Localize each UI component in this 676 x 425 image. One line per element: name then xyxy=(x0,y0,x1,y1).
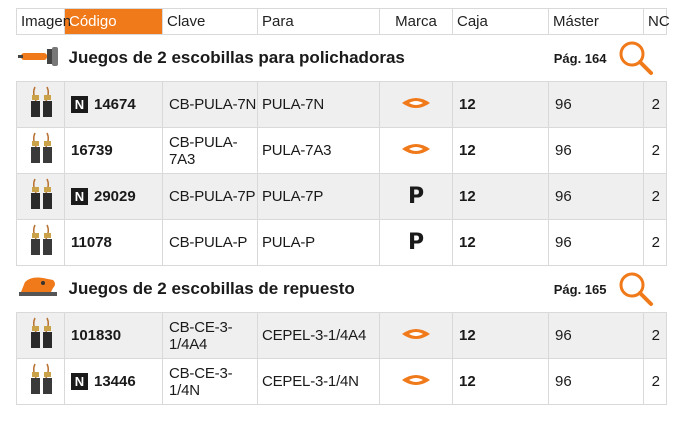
section-title: Juegos de 2 escobillas de repuesto xyxy=(68,279,355,298)
nc-value: 2 xyxy=(643,81,667,128)
section-page-ref[interactable]: Pág. 164 xyxy=(554,51,607,66)
product-for: PULA-7P xyxy=(257,173,380,220)
orange-brand-logo xyxy=(401,374,431,391)
product-key: CB-PULA-7P xyxy=(162,173,258,220)
product-image xyxy=(16,173,65,220)
section-page-ref[interactable]: Pág. 165 xyxy=(554,282,607,297)
product-code: 101830 xyxy=(71,327,122,344)
product-for: PULA-7A3 xyxy=(257,127,380,174)
header-codigo: Código xyxy=(64,8,163,35)
product-code: 14674 xyxy=(94,95,136,113)
box-qty: 12 xyxy=(452,127,549,174)
catalog-table-wrapper: Imagen Código Clave Para Marca Caja Mást… xyxy=(16,8,670,405)
table-row[interactable]: N 13446 CB-CE-3-1/4N CEPEL-3-1/4N 12 96 2 xyxy=(16,358,667,405)
box-qty: 12 xyxy=(452,358,549,405)
master-qty: 96 xyxy=(548,219,644,266)
product-image xyxy=(16,358,65,405)
orange-brand-logo xyxy=(401,97,431,114)
polisher-icon xyxy=(17,45,61,72)
p-brand-logo: P xyxy=(407,230,425,255)
box-qty: 12 xyxy=(452,81,549,128)
product-code: 13446 xyxy=(94,372,136,390)
header-row: Imagen Código Clave Para Marca Caja Mást… xyxy=(16,8,670,35)
product-key: CB-CE-3-1/4N xyxy=(162,358,258,405)
section-header-row: Juegos de 2 escobillas de repuesto Pág. 1… xyxy=(16,265,667,313)
product-image xyxy=(16,219,65,266)
header-para: Para xyxy=(257,8,380,35)
section-header-row: Juegos de 2 escobillas para polichadoras… xyxy=(16,34,667,82)
box-qty: 12 xyxy=(452,312,549,359)
orange-brand-logo xyxy=(401,328,431,345)
header-clave: Clave xyxy=(162,8,258,35)
table-row[interactable]: N 14674 CB-PULA-7N PULA-7N 12 96 2 xyxy=(16,81,667,128)
catalog-body: Juegos de 2 escobillas para polichadoras… xyxy=(16,34,667,405)
catalog-table: Imagen Código Clave Para Marca Caja Mást… xyxy=(16,8,670,405)
new-badge: N xyxy=(71,96,88,114)
nc-value: 2 xyxy=(643,219,667,266)
header-nc: NC xyxy=(643,8,670,35)
product-key: CB-PULA-7N xyxy=(162,81,258,128)
header-caja: Caja xyxy=(452,8,549,35)
new-badge: N xyxy=(71,373,88,391)
product-code: 16739 xyxy=(71,142,113,159)
master-qty: 96 xyxy=(548,127,644,174)
header-master: Máster xyxy=(548,8,644,35)
box-qty: 12 xyxy=(452,173,549,220)
section-title: Juegos de 2 escobillas para polichadoras xyxy=(68,48,405,67)
magnifier-icon[interactable] xyxy=(617,39,655,82)
planer-icon xyxy=(17,274,61,305)
box-qty: 12 xyxy=(452,219,549,266)
table-row[interactable]: 16739 CB-PULA-7A3 PULA-7A3 12 96 2 xyxy=(16,127,667,174)
orange-brand-logo xyxy=(401,143,431,160)
product-image xyxy=(16,81,65,128)
new-badge: N xyxy=(71,188,88,206)
product-key: CB-CE-3-1/4A4 xyxy=(162,312,258,359)
product-for: PULA-7N xyxy=(257,81,380,128)
product-image xyxy=(16,312,65,359)
master-qty: 96 xyxy=(548,358,644,405)
nc-value: 2 xyxy=(643,358,667,405)
product-key: CB-PULA-7A3 xyxy=(162,127,258,174)
master-qty: 96 xyxy=(548,312,644,359)
magnifier-icon[interactable] xyxy=(617,270,655,313)
product-key: CB-PULA-P xyxy=(162,219,258,266)
table-row[interactable]: N 29029 CB-PULA-7P PULA-7P P 12 96 2 xyxy=(16,173,667,220)
header-imagen: Imagen xyxy=(16,8,71,35)
nc-value: 2 xyxy=(643,127,667,174)
product-for: CEPEL-3-1/4N xyxy=(257,358,380,405)
product-for: CEPEL-3-1/4A4 xyxy=(257,312,380,359)
master-qty: 96 xyxy=(548,81,644,128)
table-row[interactable]: 11078 CB-PULA-P PULA-P P 12 96 2 xyxy=(16,219,667,266)
p-brand-logo: P xyxy=(407,184,425,209)
product-image xyxy=(16,127,65,174)
master-qty: 96 xyxy=(548,173,644,220)
product-code: 29029 xyxy=(94,187,136,205)
product-code: 11078 xyxy=(71,234,112,251)
table-row[interactable]: 101830 CB-CE-3-1/4A4 CEPEL-3-1/4A4 12 96 2 xyxy=(16,312,667,359)
nc-value: 2 xyxy=(643,173,667,220)
product-for: PULA-P xyxy=(257,219,380,266)
nc-value: 2 xyxy=(643,312,667,359)
header-marca: Marca xyxy=(379,8,453,35)
